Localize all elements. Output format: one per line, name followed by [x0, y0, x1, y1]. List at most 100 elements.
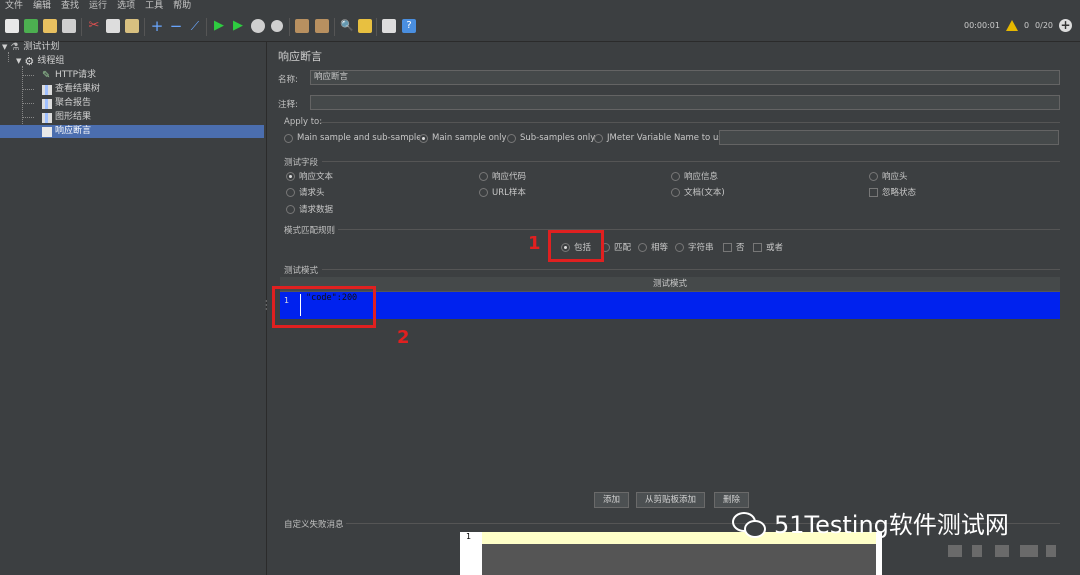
copy-icon[interactable] [106, 19, 120, 33]
menu-run[interactable]: 运行 [84, 0, 112, 13]
field-response-text-radio[interactable]: 响应文本 [286, 170, 333, 182]
function-helper-icon[interactable] [382, 19, 396, 33]
tree-item-view-results-tree[interactable]: 查看结果树 [42, 83, 100, 96]
custom-failure-label: 自定义失败消息 [284, 520, 344, 530]
ignore-status-checkbox[interactable]: 忽略状态 [869, 186, 916, 198]
apply-main-only-radio[interactable]: Main sample only [419, 133, 507, 143]
name-field[interactable]: 响应断言 [310, 70, 1060, 85]
radio-icon [594, 133, 603, 143]
expand-icon[interactable]: + [150, 19, 164, 34]
remote-start-icon[interactable]: + [1059, 19, 1072, 32]
stop-icon[interactable] [251, 19, 265, 33]
chart-icon [42, 98, 52, 109]
help-icon[interactable]: ? [402, 19, 416, 33]
radio-label: 响应头 [882, 172, 908, 182]
tree-item-response-assertion[interactable]: 响应断言 [0, 125, 264, 138]
name-label: 名称: [278, 75, 298, 85]
pattern-table-header: 测试模式 [280, 277, 1060, 292]
menu-options[interactable]: 选项 [112, 0, 140, 13]
toggle-icon[interactable]: ⟋ [188, 19, 202, 33]
expand-arrow-icon[interactable]: ▼ [2, 41, 7, 54]
radio-label: 响应文本 [299, 172, 334, 182]
blurred-area [972, 545, 982, 557]
tree-label: 线程组 [37, 56, 65, 66]
menu-edit[interactable]: 编辑 [28, 0, 56, 13]
jmeter-variable-field[interactable] [719, 130, 1059, 145]
annotation-label-2: 2 [397, 327, 410, 348]
rule-substring-radio[interactable]: 字符串 [675, 241, 714, 253]
field-response-message-radio[interactable]: 响应信息 [671, 170, 718, 182]
field-request-headers-radio[interactable]: 请求头 [286, 186, 325, 198]
table-row[interactable]: 1 "code":200 [280, 292, 1060, 319]
expand-arrow-icon[interactable]: ▼ [16, 55, 21, 68]
reset-search-icon[interactable] [358, 19, 372, 33]
splitter-handle-icon[interactable]: · · · [265, 298, 268, 314]
blurred-area [1020, 545, 1038, 557]
rule-not-checkbox[interactable]: 否 [723, 241, 745, 253]
radio-label: 请求头 [299, 188, 325, 198]
toolbar: ✂ + − ⟋ ▶ ▶ 🔍 ? 00:00:01 0 0/20 + [0, 13, 1080, 42]
blurred-area [1046, 545, 1056, 557]
templates-icon[interactable] [24, 19, 38, 33]
radio-icon [284, 133, 293, 143]
tree-label: 测试计划 [23, 42, 60, 52]
comment-field[interactable] [310, 95, 1060, 110]
field-response-headers-radio[interactable]: 响应头 [869, 170, 908, 182]
open-icon[interactable] [43, 19, 57, 33]
radio-icon [507, 133, 516, 143]
field-document-radio[interactable]: 文档(文本) [671, 186, 725, 198]
watermark: 51Testing软件测试网 [730, 505, 1009, 540]
radio-label: 匹配 [614, 243, 632, 253]
shutdown-icon[interactable] [271, 20, 283, 32]
line-number: 1 [466, 532, 472, 541]
rule-matches-radio[interactable]: 匹配 [601, 241, 631, 253]
tree-item-test-plan[interactable]: ▼ ⚗ 测试计划 [2, 41, 59, 54]
new-icon[interactable] [5, 19, 19, 33]
menu-help[interactable]: 帮助 [168, 0, 196, 13]
radio-icon [286, 204, 295, 214]
search-icon[interactable]: 🔍 [340, 19, 354, 33]
radio-icon [671, 171, 680, 181]
cut-icon[interactable]: ✂ [87, 19, 101, 33]
checkbox-icon [753, 242, 762, 252]
radio-label: 响应信息 [684, 172, 719, 182]
clear-icon[interactable] [295, 19, 309, 33]
thread-count: 0/20 [1035, 21, 1053, 30]
add-button[interactable]: 添加 [594, 492, 630, 508]
tree-label: 响应断言 [55, 126, 92, 136]
field-response-code-radio[interactable]: 响应代码 [479, 170, 526, 182]
apply-sub-only-radio[interactable]: Sub-samples only [507, 133, 595, 143]
page-title: 响应断言 [278, 50, 322, 63]
start-no-pause-icon[interactable]: ▶ [231, 19, 245, 33]
collapse-icon[interactable]: − [169, 19, 183, 34]
radio-label: 文档(文本) [684, 188, 725, 198]
annotation-box-1 [548, 230, 604, 262]
menu-tools[interactable]: 工具 [140, 0, 168, 13]
paste-icon[interactable] [125, 19, 139, 33]
radio-icon [479, 187, 488, 197]
radio-label: 字符串 [688, 243, 714, 253]
warning-icon[interactable] [1005, 20, 1018, 31]
radio-label: 相等 [651, 243, 669, 253]
clear-all-icon[interactable] [315, 19, 329, 33]
field-url-sampled-radio[interactable]: URL样本 [479, 186, 526, 198]
tree-item-thread-group[interactable]: ▼ ⚙ 线程组 [16, 55, 64, 68]
rule-equals-radio[interactable]: 相等 [638, 241, 668, 253]
checkbox-icon [869, 187, 878, 197]
tree-item-http-request[interactable]: ✎ HTTP请求 [42, 69, 96, 82]
tree-item-aggregate-report[interactable]: 聚合报告 [42, 97, 91, 110]
checkbox-label: 或者 [766, 243, 784, 253]
add-from-clipboard-button[interactable]: 从剪贴板添加 [636, 492, 706, 508]
field-request-data-radio[interactable]: 请求数据 [286, 203, 333, 215]
tree-item-graph-results[interactable]: 图形结果 [42, 111, 91, 124]
test-plan-icon: ⚗ [10, 41, 20, 53]
start-icon[interactable]: ▶ [212, 19, 226, 33]
apply-jmeter-variable-radio[interactable]: JMeter Variable Name to use [594, 133, 728, 143]
menu-search[interactable]: 查找 [56, 0, 84, 13]
menu-file[interactable]: 文件 [0, 0, 28, 13]
wechat-logo-icon [730, 508, 766, 538]
save-icon[interactable] [62, 19, 76, 33]
apply-main-and-sub-radio[interactable]: Main sample and sub-samples [284, 133, 426, 143]
rule-or-checkbox[interactable]: 或者 [753, 241, 783, 253]
radio-label: Sub-samples only [520, 133, 596, 143]
